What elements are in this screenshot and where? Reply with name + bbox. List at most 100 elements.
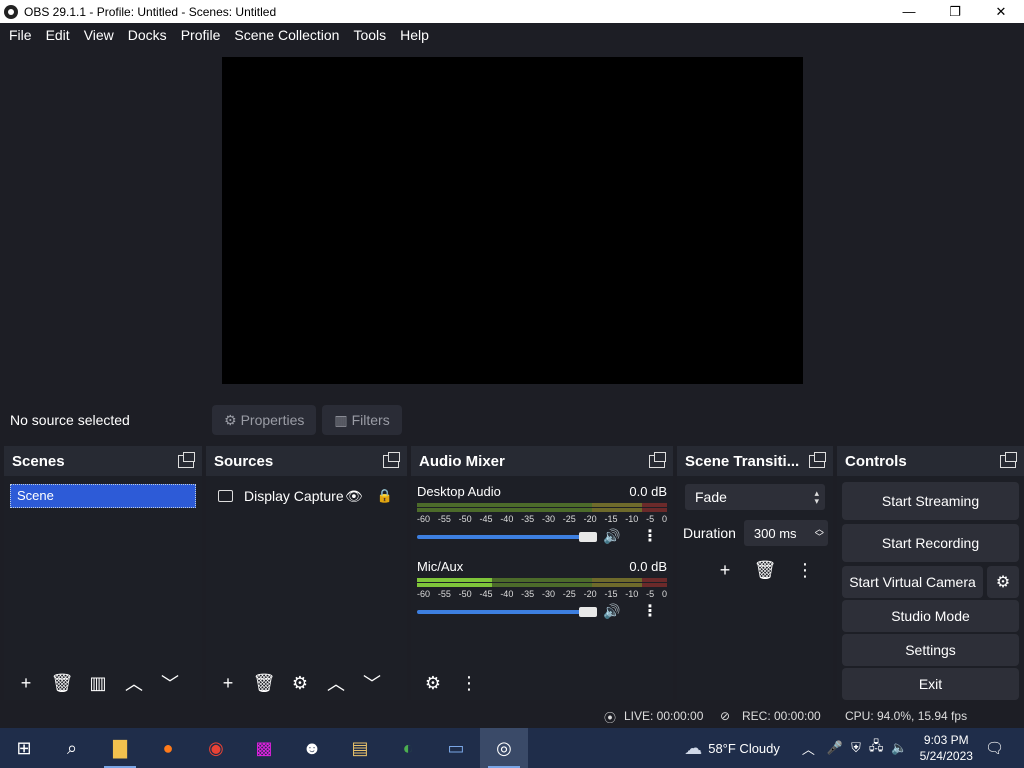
obs-taskbar-icon[interactable]: ◎ — [480, 728, 528, 768]
filters-label: Filters — [351, 412, 390, 428]
transition-properties-button[interactable]: ⋮ — [789, 556, 821, 584]
virtual-camera-settings-icon[interactable]: ⚙ — [987, 566, 1019, 598]
undock-icon[interactable] — [1000, 451, 1017, 468]
visibility-eye-icon[interactable]: 👁 — [345, 488, 363, 505]
transition-select[interactable]: Fade ▴ ▾ — [685, 484, 825, 510]
app-icon[interactable]: ▤ — [336, 728, 384, 768]
source-properties-button[interactable]: ⚙ — [284, 669, 316, 697]
live-status: LIVE: 00:00:00 — [624, 709, 704, 723]
scene-transitions-header: Scene Transiti... — [677, 446, 833, 476]
advanced-audio-properties-button[interactable]: ⚙ — [417, 669, 449, 697]
speaker-icon[interactable]: 🔊 — [603, 528, 620, 545]
maximize-button[interactable]: ❐ — [932, 0, 978, 23]
undock-icon[interactable] — [383, 451, 400, 468]
start-virtual-camera-button[interactable]: Start Virtual Camera — [842, 566, 983, 598]
windows-start-icon[interactable]: ⊞ — [0, 728, 48, 768]
updown-arrows-icon: ▴ ▾ — [814, 488, 819, 506]
clock[interactable]: 9:03 PM 5/24/2023 — [920, 732, 973, 764]
mixer-menu-button[interactable]: ⋮ — [453, 669, 485, 697]
properties-button[interactable]: ⚙ Properties — [212, 405, 317, 435]
speaker-icon[interactable]: 🔊 — [603, 603, 620, 620]
search-icon[interactable]: ⌕ — [48, 728, 96, 768]
menu-file[interactable]: File — [2, 23, 39, 47]
volume-slider[interactable] — [417, 535, 597, 539]
more-options-icon[interactable]: ⋮ — [641, 524, 659, 548]
settings-button[interactable]: Settings — [842, 634, 1019, 666]
menu-scene-collection[interactable]: Scene Collection — [227, 23, 346, 47]
scene-filters-button[interactable]: ▥ — [82, 669, 114, 697]
undock-icon[interactable] — [809, 451, 826, 468]
context-bar: No source selected ⚙ Properties ▥ Filter… — [0, 400, 1024, 440]
menu-bar: File Edit View Docks Profile Scene Colle… — [0, 23, 1024, 47]
lock-icon[interactable]: 🔒 — [377, 488, 393, 504]
minimize-button[interactable]: — — [886, 0, 932, 23]
close-button[interactable]: ✕ — [978, 0, 1024, 23]
undock-icon[interactable] — [649, 451, 666, 468]
volume-slider[interactable] — [417, 610, 597, 614]
remove-transition-button[interactable]: 🗑 — [749, 556, 781, 584]
studio-mode-button[interactable]: Studio Mode — [842, 600, 1019, 632]
tick-label: -20 — [583, 514, 597, 524]
add-transition-button[interactable]: + — [709, 556, 741, 584]
more-options-icon[interactable]: ⋮ — [641, 599, 659, 623]
preview-area — [0, 47, 1024, 399]
security-icon[interactable]: ⛨ — [851, 740, 861, 756]
menu-help[interactable]: Help — [393, 23, 436, 47]
move-scene-down-button[interactable]: ﹀ — [154, 669, 186, 697]
weather-text[interactable]: 58°F Cloudy — [708, 741, 780, 756]
tick-label: -35 — [521, 589, 535, 599]
microphone-icon[interactable]: 🎤 — [827, 740, 843, 756]
firefox-icon[interactable]: ● — [144, 728, 192, 768]
duration-spinbox[interactable]: 300 ms ︿ ﹀ — [743, 520, 828, 546]
app-icon[interactable]: ▩ — [240, 728, 288, 768]
source-list-item[interactable]: Display Capture 👁 🔒 — [206, 483, 407, 509]
live-icon: ⦿ — [604, 711, 617, 725]
app-icon[interactable]: ◐ — [384, 728, 432, 768]
tick-label: -20 — [583, 589, 597, 599]
chrome-icon[interactable]: ◉ — [192, 728, 240, 768]
scene-list-item[interactable]: Scene — [10, 484, 196, 508]
start-recording-button[interactable]: Start Recording — [842, 524, 1019, 562]
tick-label: -40 — [500, 514, 514, 524]
app-icon[interactable]: ☻ — [288, 728, 336, 768]
notification-icon[interactable]: 🗨 — [985, 739, 1004, 757]
start-streaming-button[interactable]: Start Streaming — [842, 482, 1019, 520]
controls-header: Controls — [837, 446, 1024, 476]
undock-icon[interactable] — [178, 451, 195, 468]
move-scene-up-button[interactable]: ︿ — [118, 669, 150, 697]
mixer-channel: Desktop Audio 0.0 dB -60 -55 -50 -45 -40… — [411, 476, 673, 551]
volume-slider-handle[interactable] — [579, 607, 597, 617]
speaker-icon[interactable]: 🔈 — [891, 740, 907, 756]
preview-canvas[interactable] — [222, 57, 803, 384]
tick-label: -60 — [417, 514, 431, 524]
filters-button[interactable]: ▥ Filters — [322, 405, 402, 435]
cloud-icon: ☁ — [684, 737, 703, 758]
menu-profile[interactable]: Profile — [174, 23, 228, 47]
tick-label: -45 — [479, 589, 493, 599]
menu-edit[interactable]: Edit — [39, 23, 77, 47]
clock-time: 9:03 PM — [923, 733, 969, 747]
remove-scene-button[interactable]: 🗑 — [46, 669, 78, 697]
app-icon[interactable]: ▭ — [432, 728, 480, 768]
menu-docks[interactable]: Docks — [121, 23, 174, 47]
menu-view[interactable]: View — [77, 23, 121, 47]
move-source-down-button[interactable]: ﹀ — [356, 669, 388, 697]
file-explorer-icon[interactable]: ▇ — [96, 728, 144, 768]
tick-label: -50 — [458, 514, 472, 524]
add-source-button[interactable]: + — [212, 669, 244, 697]
tick-label: -55 — [437, 589, 451, 599]
rec-icon: ⊘ — [720, 709, 731, 723]
chevron-up-icon[interactable]: ︿ — [802, 739, 815, 758]
volume-slider-handle[interactable] — [579, 532, 597, 542]
channel-name: Desktop Audio — [417, 484, 501, 499]
audio-mixer-title: Audio Mixer — [419, 452, 505, 470]
duration-row: Duration 300 ms ︿ ﹀ — [677, 520, 833, 546]
network-icon[interactable]: 🖧 — [869, 737, 884, 759]
menu-tools[interactable]: Tools — [346, 23, 393, 47]
tick-label: -10 — [625, 589, 639, 599]
move-source-up-button[interactable]: ︿ — [320, 669, 352, 697]
add-scene-button[interactable]: + — [10, 669, 42, 697]
exit-button[interactable]: Exit — [842, 668, 1019, 700]
spin-arrows-icon[interactable]: ︿ ﹀ — [815, 525, 824, 542]
remove-source-button[interactable]: 🗑 — [248, 669, 280, 697]
